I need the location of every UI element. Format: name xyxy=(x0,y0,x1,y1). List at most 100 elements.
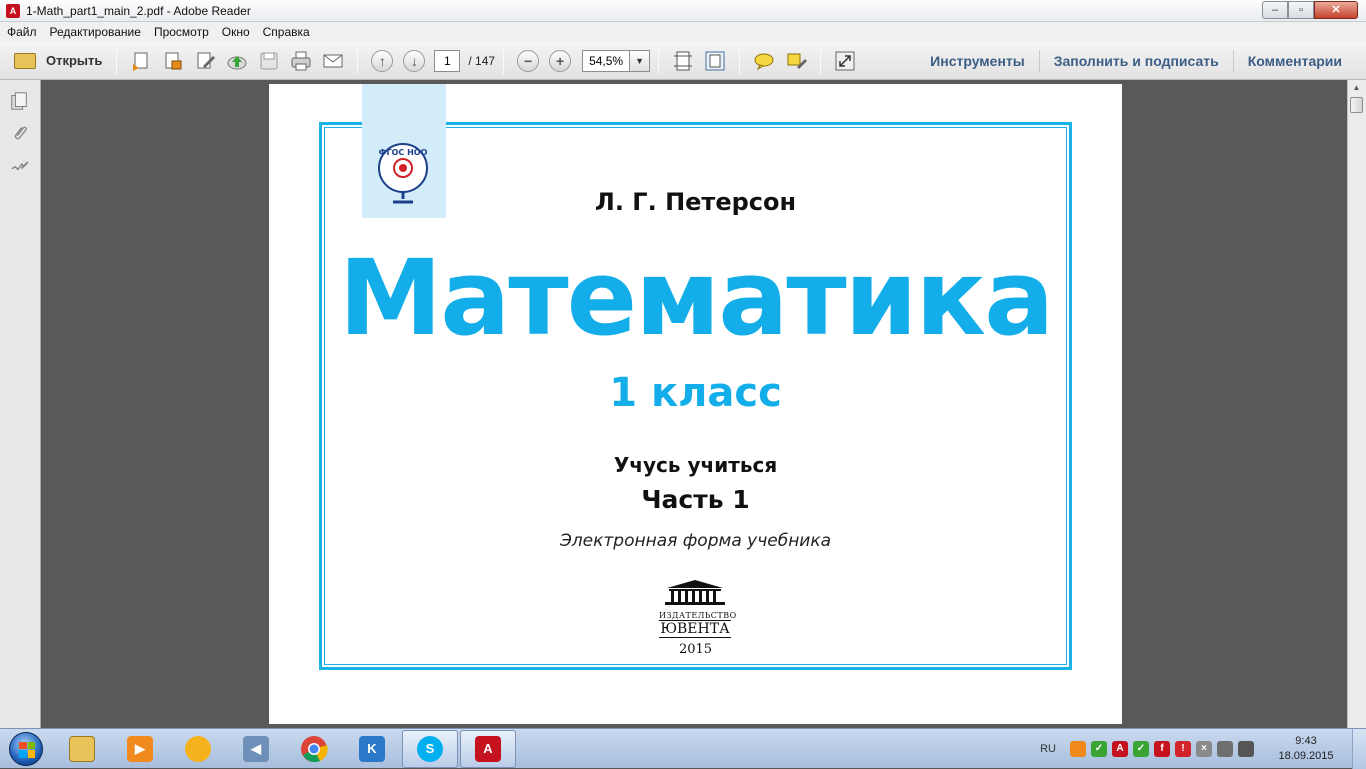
fit-page-icon[interactable] xyxy=(703,49,727,73)
arrow-up-icon: ↑ xyxy=(378,52,386,69)
book-title: Математика xyxy=(338,237,1055,359)
comments-link[interactable]: Комментарии xyxy=(1232,50,1356,72)
taskbar-skype[interactable]: S xyxy=(402,729,458,768)
chrome-icon xyxy=(301,735,328,762)
taskbar-explorer[interactable] xyxy=(54,730,110,768)
speaker-icon: ◀ xyxy=(243,735,269,762)
menu-window[interactable]: Окно xyxy=(215,25,256,39)
adobe-reader-icon: A xyxy=(6,3,20,18)
upload-cloud-icon[interactable] xyxy=(225,49,249,73)
folder-icon xyxy=(69,735,95,762)
system-tray: RU ✓ A ✓ f ! × 9:43 18.09.2015 xyxy=(1040,729,1366,769)
minimize-button[interactable]: – xyxy=(1262,1,1288,19)
zoom-value[interactable]: 54,5% xyxy=(582,49,631,72)
menu-file[interactable]: Файл xyxy=(0,25,43,39)
page-thumbnails-icon[interactable] xyxy=(8,90,30,112)
arrow-down-icon: ↓ xyxy=(410,52,418,69)
zoom-out-button[interactable]: − xyxy=(517,49,540,72)
vertical-scrollbar[interactable]: ▲ xyxy=(1347,80,1366,728)
signatures-icon[interactable] xyxy=(8,154,30,176)
book-series: Учусь учиться xyxy=(613,453,778,477)
toolbar-separator xyxy=(820,47,822,74)
open-button[interactable]: Открыть xyxy=(8,46,108,76)
email-icon[interactable] xyxy=(321,49,345,73)
navigation-panel xyxy=(0,80,41,728)
toolbar-separator xyxy=(357,47,359,74)
pdf-page: ФГОС НОО Л. Г. Петерсон Математика 1 кла… xyxy=(269,84,1122,724)
fit-width-icon[interactable] xyxy=(671,49,695,73)
scroll-up-arrow-icon[interactable]: ▲ xyxy=(1348,80,1365,96)
toolbar-separator xyxy=(503,47,505,74)
tray-app-icon[interactable] xyxy=(1070,741,1086,757)
flash-tray-icon[interactable]: f xyxy=(1154,741,1170,757)
publisher-building-icon xyxy=(665,580,725,605)
close-button[interactable]: ✕ xyxy=(1314,1,1358,19)
document-viewport[interactable]: ФГОС НОО Л. Г. Петерсон Математика 1 кла… xyxy=(42,80,1347,728)
taskbar-volume-app[interactable]: ◀ xyxy=(228,730,284,768)
create-pdf-icon[interactable] xyxy=(129,49,153,73)
comment-icon[interactable] xyxy=(752,49,776,73)
taskbar-kodi[interactable]: K xyxy=(344,730,400,768)
task-pane-links: Инструменты Заполнить и подписать Коммен… xyxy=(916,42,1356,80)
convert-pdf-icon[interactable] xyxy=(161,49,185,73)
zoom-select[interactable]: 54,5% ▼ xyxy=(582,49,651,72)
zoom-in-button[interactable]: + xyxy=(549,49,572,72)
book-grade: 1 класс xyxy=(609,370,782,416)
checkmark-icon[interactable]: ✓ xyxy=(1091,741,1107,757)
save-icon[interactable] xyxy=(257,49,281,73)
clock[interactable]: 9:43 18.09.2015 xyxy=(1268,734,1344,764)
clock-time: 9:43 xyxy=(1295,735,1317,747)
taskbar-adobe-reader[interactable]: A xyxy=(460,729,516,768)
tools-link[interactable]: Инструменты xyxy=(916,50,1039,72)
warning-icon[interactable]: ! xyxy=(1175,741,1191,757)
next-page-button[interactable]: ↓ xyxy=(403,49,426,72)
book-part: Часть 1 xyxy=(641,485,750,514)
attachments-icon[interactable] xyxy=(8,122,30,144)
publication-year: 2015 xyxy=(678,642,713,657)
toolbar-separator xyxy=(739,47,741,74)
publisher-logo: ИЗДАТЕЛЬСТВО ЮВЕНТА xyxy=(659,578,737,638)
print-icon[interactable] xyxy=(289,49,313,73)
windows-taskbar: ▶ ◀ K S A RU ✓ A ✓ f ! × 9:43 18.09.2015 xyxy=(0,728,1366,769)
page-number-input[interactable]: 1 xyxy=(434,49,461,72)
minus-icon: − xyxy=(524,52,533,69)
show-desktop-button[interactable] xyxy=(1352,729,1366,769)
signal-strength-icon[interactable] xyxy=(1238,741,1254,757)
adobe-tray-icon[interactable]: A xyxy=(1112,741,1128,757)
main-toolbar: Открыть ↑ ↓ 1 / 147 − + 54,5% ▼ Инструме… xyxy=(0,42,1366,80)
title-bar: A 1-Math_part1_main_2.pdf - Adobe Reader… xyxy=(0,0,1366,22)
page-count: / 147 xyxy=(468,53,496,68)
taskbar-chrome[interactable] xyxy=(286,730,342,768)
menu-help[interactable]: Справка xyxy=(256,25,316,39)
clock-date: 18.09.2015 xyxy=(1278,750,1334,762)
scroll-thumb[interactable] xyxy=(1350,97,1363,113)
language-indicator[interactable]: RU xyxy=(1040,743,1056,755)
media-player-icon: ▶ xyxy=(127,735,153,762)
publisher-caption: ИЗДАТЕЛЬСТВО xyxy=(659,611,737,620)
highlight-text-icon[interactable] xyxy=(784,49,808,73)
toolbar-separator xyxy=(116,47,118,74)
chevron-down-icon[interactable]: ▼ xyxy=(630,49,651,72)
menu-edit[interactable]: Редактирование xyxy=(43,25,147,39)
folder-icon xyxy=(14,52,36,69)
edit-pdf-icon[interactable] xyxy=(193,49,217,73)
maximize-button[interactable]: ▫ xyxy=(1288,1,1314,19)
fgos-badge-text: ФГОС НОО xyxy=(379,148,428,157)
adobe-reader-icon: A xyxy=(475,735,501,762)
device-icon[interactable] xyxy=(1217,741,1233,757)
skype-icon: S xyxy=(417,735,443,762)
windows-logo-icon xyxy=(9,731,43,766)
fullscreen-icon[interactable] xyxy=(833,49,857,73)
plus-icon: + xyxy=(556,52,565,69)
messenger-icon xyxy=(185,735,211,762)
previous-page-button[interactable]: ↑ xyxy=(371,49,394,72)
taskbar-messenger[interactable] xyxy=(170,730,226,768)
publisher-name: ЮВЕНТА xyxy=(659,620,731,638)
fill-sign-link[interactable]: Заполнить и подписать xyxy=(1038,50,1233,72)
start-button[interactable] xyxy=(0,730,52,768)
network-disconnected-icon[interactable]: × xyxy=(1196,741,1212,757)
menu-view[interactable]: Просмотр xyxy=(147,25,215,39)
antivirus-icon[interactable]: ✓ xyxy=(1133,741,1149,757)
tray-icons: ✓ A ✓ f ! × xyxy=(1070,741,1254,757)
taskbar-media-player[interactable]: ▶ xyxy=(112,730,168,768)
